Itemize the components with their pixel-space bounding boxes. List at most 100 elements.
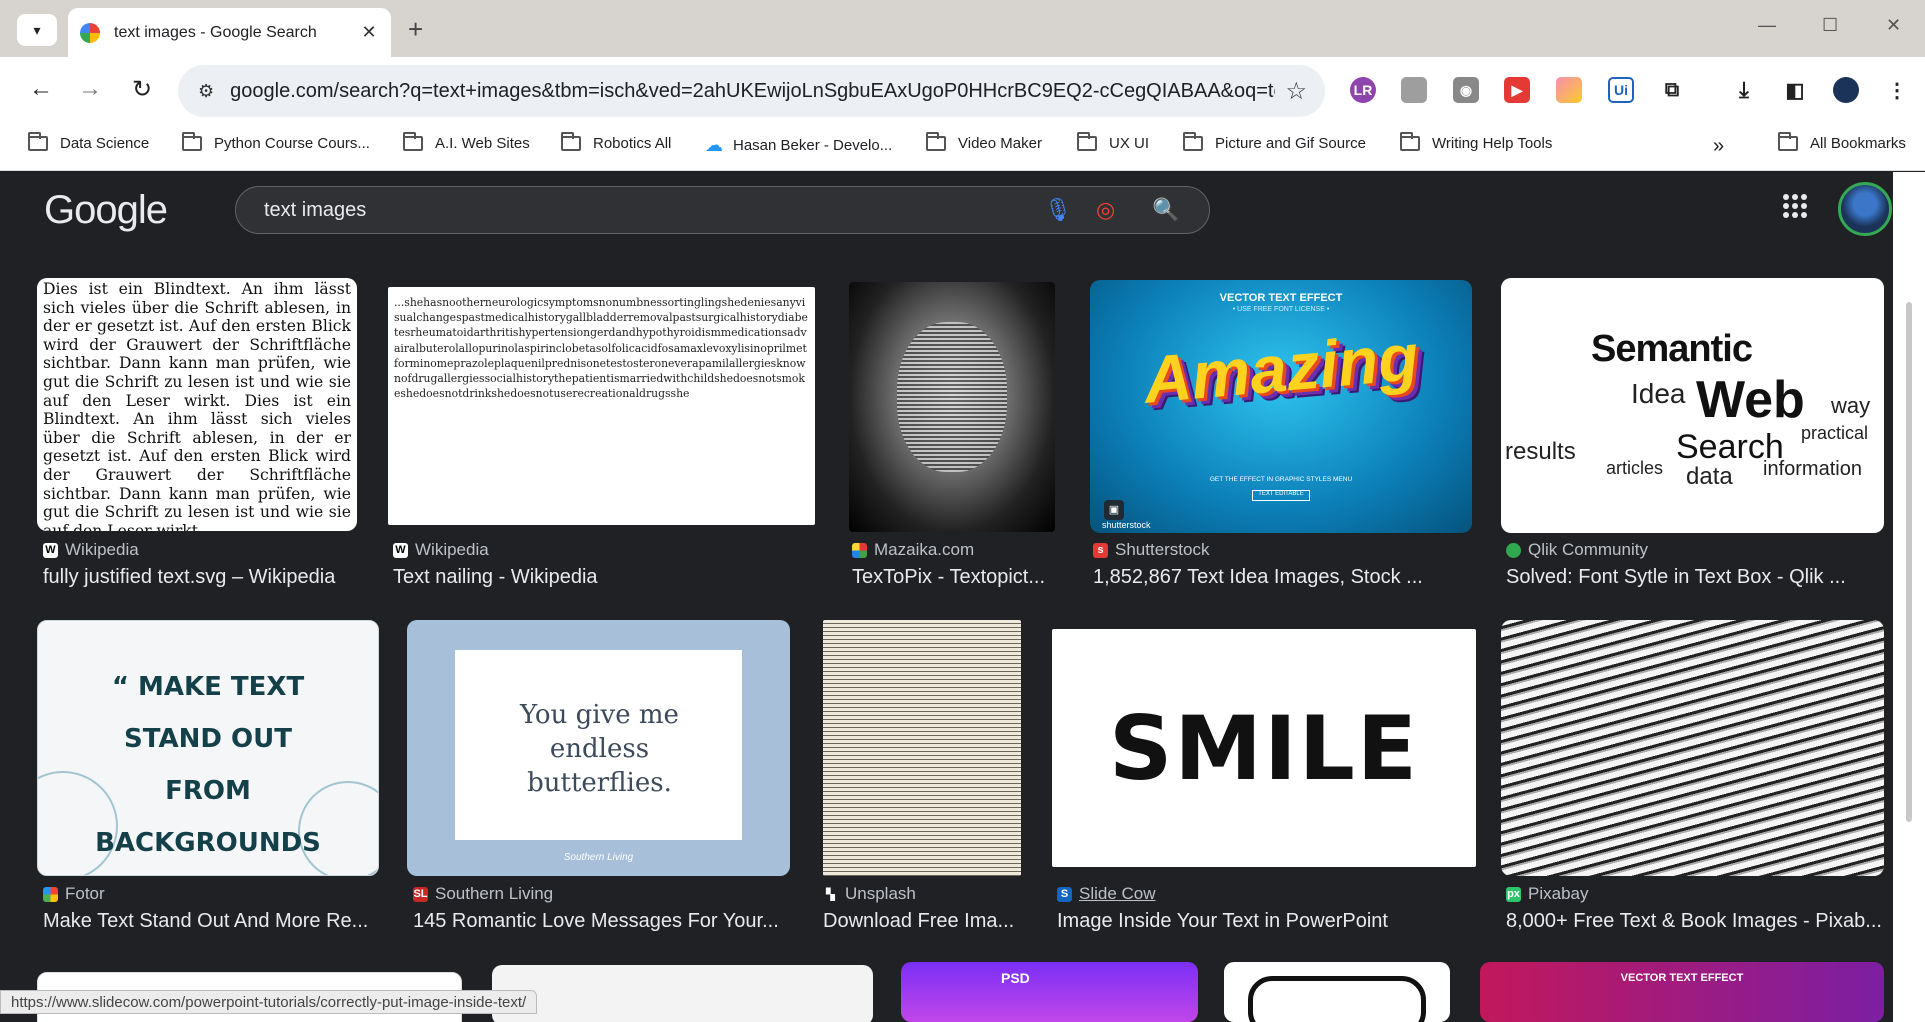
downloads-icon[interactable]: ⤓: [1731, 77, 1757, 103]
address-bar[interactable]: ⚙ google.com/search?q=text+images&tbm=is…: [178, 65, 1325, 117]
result-source[interactable]: S Slide Cow: [1057, 884, 1156, 904]
result-thumbnail-book-page[interactable]: [823, 620, 1021, 876]
smile-text: SMILE: [1109, 697, 1419, 800]
result-thumbnail[interactable]: VECTOR TEXT EFFECT: [1480, 962, 1884, 1022]
google-favicon-icon: [80, 22, 100, 43]
result-thumbnail-face-text[interactable]: [849, 282, 1055, 532]
minimize-button[interactable]: —: [1758, 15, 1776, 36]
result-source[interactable]: Mazaika.com: [852, 540, 974, 560]
site-info-icon[interactable]: ⚙: [198, 81, 214, 102]
result-thumbnail[interactable]: “ MAKE TEXT STAND OUT FROM BACKGROUNDS ”: [37, 620, 379, 876]
bookmark-link[interactable]: ☁ Hasan Beker - Develo...: [705, 135, 892, 156]
extension-ui-icon[interactable]: Ui: [1608, 77, 1634, 103]
unsplash-icon: ▚: [823, 886, 838, 902]
result-thumbnail-phone[interactable]: [1224, 962, 1450, 1022]
maximize-button[interactable]: ☐: [1822, 15, 1838, 36]
tab-search-button[interactable]: ▾: [17, 14, 57, 46]
browser-menu-icon[interactable]: ⋮: [1884, 77, 1910, 103]
result-thumbnail[interactable]: PSD: [901, 962, 1198, 1022]
thumbnail-text: ...shehasnootherneurologicsymptomsnonumb…: [394, 296, 808, 401]
result-thumbnail[interactable]: Dies ist ein Blindtext. An ihm lässt sic…: [37, 278, 357, 531]
result-caption[interactable]: fully justified text.svg – Wikipedia: [43, 566, 363, 589]
folder-icon: [182, 132, 202, 151]
extension-image-icon[interactable]: [1401, 77, 1427, 103]
southern-living-icon: SL: [413, 886, 428, 902]
scrollbar-thumb[interactable]: [1906, 302, 1912, 822]
bookmark-star-icon[interactable]: ☆: [1285, 77, 1307, 106]
google-apps-icon[interactable]: [1783, 194, 1807, 218]
bookmark-folder[interactable]: Python Course Cours...: [182, 132, 370, 152]
forward-arrow-icon[interactable]: →: [74, 75, 106, 103]
result-thumbnail[interactable]: VECTOR TEXT EFFECT • USE FREE FONT LICEN…: [1090, 280, 1472, 533]
folder-icon: [403, 132, 423, 151]
color-picker-extension-icon[interactable]: [1556, 77, 1582, 103]
thumbnail-quote: “ MAKE TEXT STAND OUT FROM BACKGROUNDS ”: [95, 672, 321, 858]
result-source[interactable]: ▚ Unsplash: [823, 884, 916, 904]
extensions-puzzle-icon[interactable]: ⧉: [1659, 77, 1685, 103]
result-caption[interactable]: 8,000+ Free Text & Book Images - Pixab..…: [1506, 910, 1886, 933]
result-source[interactable]: px Pixabay: [1506, 884, 1588, 904]
result-thumbnail[interactable]: SMILE: [1052, 629, 1476, 867]
tab-close-icon[interactable]: ✕: [359, 22, 379, 43]
result-thumbnail[interactable]: ...shehasnootherneurologicsymptomsnonumb…: [388, 287, 815, 525]
result-thumbnail-words-collage[interactable]: [1501, 620, 1884, 876]
bookmark-folder[interactable]: Video Maker: [926, 132, 1042, 152]
back-arrow-icon[interactable]: ←: [25, 75, 57, 103]
result-caption[interactable]: Text nailing - Wikipedia: [393, 566, 823, 589]
tab-title: text images - Google Search: [114, 23, 317, 41]
address-url[interactable]: google.com/search?q=text+images&tbm=isch…: [230, 80, 1275, 103]
wordcloud-semantic: Semantic: [1591, 328, 1753, 370]
result-caption[interactable]: Image Inside Your Text in PowerPoint: [1057, 910, 1477, 933]
result-caption[interactable]: 145 Romantic Love Messages For Your...: [413, 910, 791, 933]
result-caption[interactable]: Solved: Font Sytle in Text Box - Qlik ..…: [1506, 566, 1886, 589]
result-caption[interactable]: TexToPix - Textopict...: [852, 566, 1052, 589]
result-thumbnail[interactable]: You give me endless butterflies. Souther…: [407, 620, 790, 876]
result-source[interactable]: W Wikipedia: [43, 540, 139, 560]
thumbnail-badge: TEXT EDITABLE: [1252, 490, 1310, 501]
new-tab-button[interactable]: +: [408, 14, 423, 45]
bookmark-folder[interactable]: UX UI: [1077, 132, 1149, 152]
browser-toolbar: ← → ↻ ⚙ google.com/search?q=text+images&…: [0, 57, 1925, 126]
result-thumbnail[interactable]: [492, 965, 873, 1022]
extension-lr-icon[interactable]: LR: [1350, 77, 1376, 103]
search-input[interactable]: text images: [264, 199, 366, 222]
bookmark-folder[interactable]: Picture and Gif Source: [1183, 132, 1366, 152]
result-source[interactable]: Fotor: [43, 884, 105, 904]
result-source[interactable]: W Wikipedia: [393, 540, 489, 560]
thumbnail-brand: Southern Living: [563, 852, 634, 863]
result-source[interactable]: Qlik Community: [1506, 540, 1648, 560]
result-thumbnail-wordcloud[interactable]: Semantic Web Search results Idea informa…: [1501, 278, 1884, 533]
wordcloud-web: Web: [1696, 371, 1805, 429]
bookmark-folder[interactable]: Robotics All: [561, 132, 671, 152]
result-caption[interactable]: Make Text Stand Out And More Re...: [43, 910, 373, 933]
account-avatar[interactable]: [1838, 182, 1892, 236]
bookmark-folder[interactable]: Writing Help Tools: [1400, 132, 1552, 152]
close-window-button[interactable]: ✕: [1886, 15, 1901, 36]
bookmarks-overflow-button[interactable]: »: [1713, 135, 1724, 158]
google-images-page: Google text images 🎙 ◎ 🔍 Dies ist ein Bl…: [0, 172, 1893, 1022]
profile-avatar[interactable]: [1833, 77, 1859, 103]
search-icon[interactable]: 🔍: [1152, 197, 1179, 223]
camera-extension-icon[interactable]: ◉: [1453, 77, 1479, 103]
google-logo[interactable]: Google: [44, 188, 168, 233]
reload-icon[interactable]: ↻: [126, 75, 158, 104]
side-panel-icon[interactable]: ◧: [1782, 77, 1808, 103]
wordcloud-results: results: [1505, 438, 1576, 465]
result-source[interactable]: SL Southern Living: [413, 884, 553, 904]
page-scrollbar[interactable]: [1893, 172, 1925, 1022]
youtube-extension-icon[interactable]: ▶: [1504, 77, 1530, 103]
result-caption[interactable]: Download Free Ima...: [823, 910, 1023, 933]
microphone-icon[interactable]: 🎙: [1044, 197, 1072, 223]
result-caption[interactable]: 1,852,867 Text Idea Images, Stock ...: [1093, 566, 1478, 589]
face-shape: [897, 322, 1007, 472]
result-source[interactable]: s Shutterstock: [1093, 540, 1210, 560]
bookmark-folder[interactable]: Data Science: [28, 132, 149, 152]
thumbnail-subtitle: • USE FREE FONT LICENSE •: [1232, 306, 1330, 313]
all-bookmarks-button[interactable]: All Bookmarks: [1778, 132, 1906, 152]
active-tab[interactable]: text images - Google Search ✕: [68, 8, 391, 57]
fotor-icon: [43, 886, 58, 902]
bookmarks-bar: Data Science Python Course Cours... A.I.…: [0, 126, 1925, 171]
bookmark-folder[interactable]: A.I. Web Sites: [403, 132, 530, 152]
lens-camera-icon[interactable]: ◎: [1096, 197, 1115, 223]
search-box[interactable]: text images 🎙 ◎ 🔍: [235, 186, 1210, 234]
